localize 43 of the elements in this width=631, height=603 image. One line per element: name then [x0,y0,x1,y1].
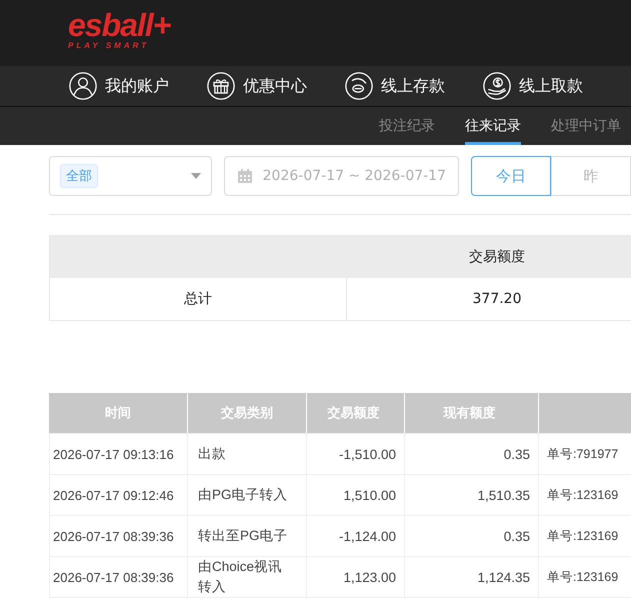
caret-icon [190,173,201,179]
table-cell-text: 377.20 [472,291,522,307]
table-cell: 总计 [50,278,347,320]
record-tab[interactable]: 处理中订单 [551,107,621,142]
table-cell: 2026-07-17 08:39:36 [49,516,187,556]
record-tab[interactable]: 投注纪录 [379,107,435,142]
hand-dollar-icon [483,72,511,100]
table-cell: -1,124.00 [306,516,404,556]
table-cell: 0.35 [404,516,538,556]
record-tab[interactable]: 往来记录 [465,107,521,145]
date-button[interactable]: 今日 [471,156,551,196]
table-cell: 出款 [187,434,306,474]
table-cell: 由PG电子转入 [187,475,306,515]
table-cell: 0.35 [404,434,538,474]
category-select[interactable]: 全部 [49,156,212,196]
person-icon [69,72,97,100]
table-cell: 1,510.35 [404,475,538,515]
date-range-value: 2026-07-17 ~ 2026-07-17 [262,168,446,184]
table-cell: 单号:791977 [538,434,631,474]
column-header: 交易额度 [468,248,526,266]
nav-item[interactable]: 我的账户 [69,72,169,100]
nav-item[interactable]: 线上存款 [345,72,445,100]
selected-tag: 全部 [60,164,98,188]
gift-icon [207,72,235,100]
logo-text[interactable]: esball+ [68,8,170,40]
table-cell: 1,124.35 [404,557,538,597]
table-cell: 2026-07-17 08:39:36 [49,557,187,597]
table-cell: 单号:123169 [538,557,631,597]
table-cell: 2026-07-17 09:13:16 [49,434,187,474]
nav-item[interactable]: 线上取款 [483,72,583,100]
hand-coin-icon [345,72,373,100]
table-cell: -1,510.00 [306,434,404,474]
table-cell: 由Choice视讯转入 [187,557,306,597]
table-cell: 2026-07-17 09:12:46 [49,475,187,515]
table-cell: 转出至PG电子 [187,516,306,556]
table-cell: 1,123.00 [306,557,404,597]
logo-tagline: PLAY SMART [68,40,150,50]
nav-item[interactable]: 优惠中心 [207,72,307,100]
table-cell: 单号:123169 [538,516,631,556]
date-range-field[interactable]: 2026-07-17 ~ 2026-07-17 [224,156,459,196]
table-cell: 1,510.00 [306,475,404,515]
calendar-icon [236,168,253,184]
table-cell: 单号:123169 [538,475,631,515]
